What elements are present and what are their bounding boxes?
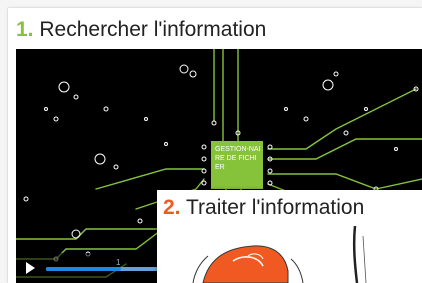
section-card-traiter: 2. Traiter l'information (157, 190, 422, 283)
progress-fill (46, 267, 121, 271)
section-number: 1. (16, 18, 34, 41)
page: 1. Rechercher l'information GESTION-NAIR… (0, 0, 422, 283)
section-title-text: Traiter l'information (185, 196, 365, 219)
section-title: 1. Rechercher l'information (16, 18, 266, 42)
chip-label: GESTION-NAIRE DE FICHIER (215, 146, 261, 171)
illustration-image (163, 226, 422, 283)
section-title: 2. Traiter l'information (163, 196, 364, 220)
section-number: 2. (163, 196, 181, 219)
progress-time: 1 (116, 258, 121, 267)
head-illustration (192, 226, 367, 283)
play-icon[interactable] (26, 262, 35, 274)
file-manager-chip: GESTION-NAIRE DE FICHIER (211, 141, 263, 189)
section-title-text: Rechercher l'information (39, 18, 267, 41)
